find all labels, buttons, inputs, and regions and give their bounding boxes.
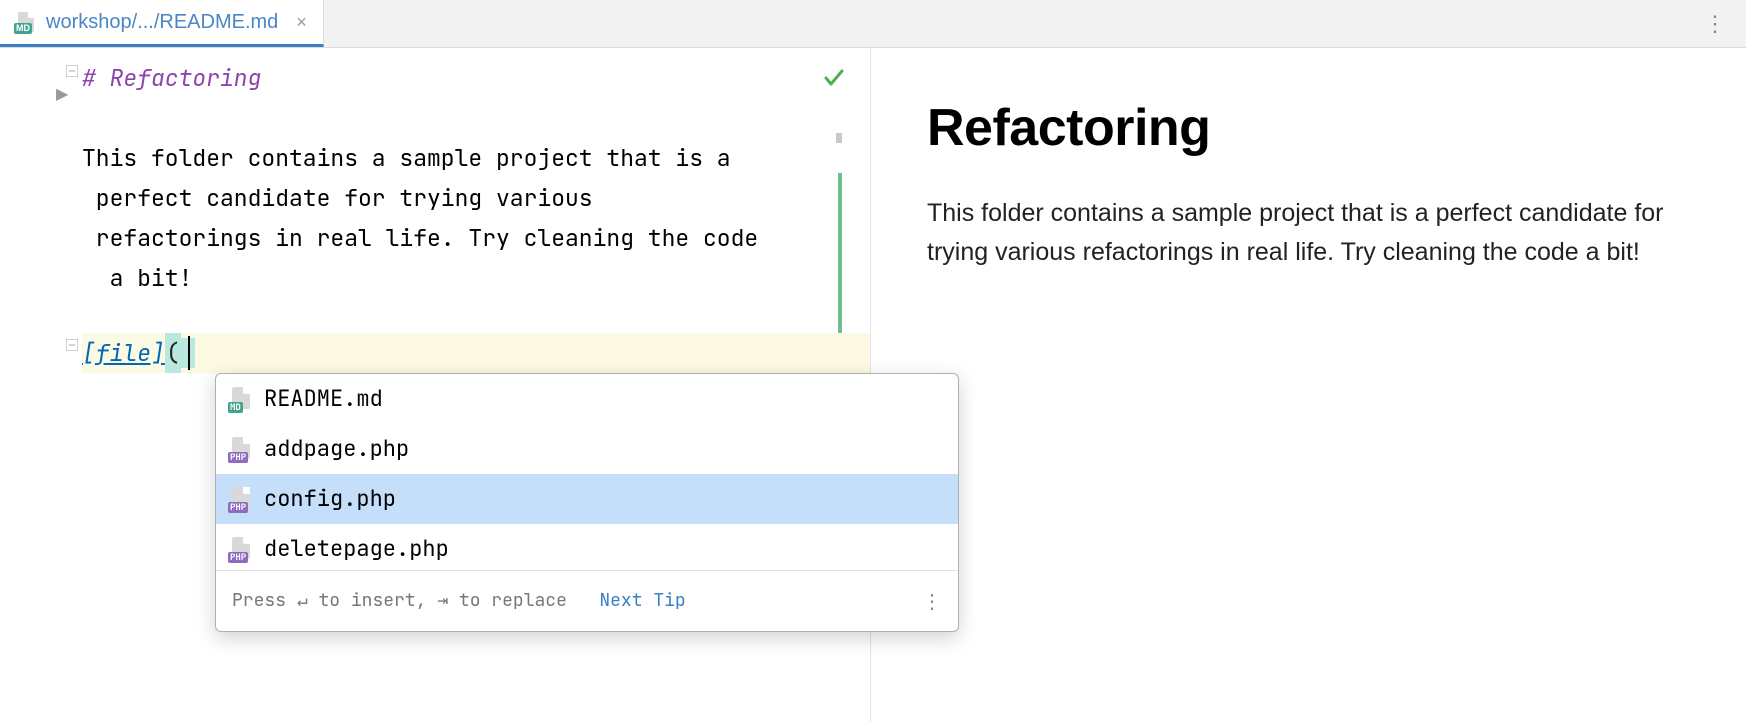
completion-item[interactable]: PHP addpage.php bbox=[216, 424, 958, 474]
completion-popup: MDREADME.mdPHPaddpage.phpPHPconfig.phpPH… bbox=[215, 373, 959, 632]
paragraph-line: a bit! bbox=[82, 258, 870, 298]
file-icon: PHP bbox=[230, 487, 252, 511]
text-caret bbox=[181, 338, 195, 368]
markdown-link-text: [file] bbox=[82, 333, 165, 373]
editor-pane: ▶ # Refactoring This folder contains a s… bbox=[0, 48, 870, 722]
tab-options-icon[interactable]: ⋮ bbox=[1684, 0, 1746, 47]
file-icon: MD bbox=[230, 387, 252, 411]
completion-item-label: README.md bbox=[264, 379, 383, 419]
completion-item[interactable]: MD README.md bbox=[216, 374, 958, 424]
markdown-heading: # Refactoring bbox=[82, 58, 870, 98]
paragraph-line: perfect candidate for trying various bbox=[82, 178, 870, 218]
paren-open: ( bbox=[165, 333, 181, 373]
preview-paragraph: This folder contains a sample project th… bbox=[927, 194, 1690, 272]
paragraph-line: This folder contains a sample project th… bbox=[82, 138, 870, 178]
file-tab[interactable]: MD workshop/.../README.md × bbox=[0, 0, 324, 47]
file-icon: PHP bbox=[230, 437, 252, 461]
current-line-highlight bbox=[82, 333, 870, 373]
file-icon: PHP bbox=[230, 537, 252, 561]
completion-options-icon[interactable]: ⋮ bbox=[922, 581, 942, 621]
completion-item-label: deletepage.php bbox=[264, 529, 449, 569]
completion-list: MDREADME.mdPHPaddpage.phpPHPconfig.phpPH… bbox=[216, 374, 958, 570]
completion-item[interactable]: PHP config.php bbox=[216, 474, 958, 524]
main-split: ▶ # Refactoring This folder contains a s… bbox=[0, 48, 1746, 722]
fold-icon[interactable] bbox=[66, 338, 78, 356]
markdown-preview-pane: Refactoring This folder contains a sampl… bbox=[870, 48, 1746, 722]
completion-item-label: config.php bbox=[264, 479, 396, 519]
markdown-file-icon: MD bbox=[16, 12, 36, 32]
preview-heading: Refactoring bbox=[927, 98, 1690, 158]
inspection-ok-icon[interactable] bbox=[822, 62, 846, 102]
completion-hint-text: Press ↵ to insert, ⇥ to replace Next Tip bbox=[232, 581, 686, 621]
completion-hint-bar: Press ↵ to insert, ⇥ to replace Next Tip… bbox=[216, 570, 958, 631]
fold-icon[interactable] bbox=[66, 64, 78, 82]
tab-bar: MD workshop/.../README.md × ⋮ bbox=[0, 0, 1746, 48]
run-arrow-icon[interactable]: ▶ bbox=[56, 84, 68, 104]
change-marker bbox=[836, 133, 842, 143]
tab-label: workshop/.../README.md bbox=[46, 11, 278, 34]
paragraph-line: refactorings in real life. Try cleaning … bbox=[82, 218, 870, 258]
editor-content[interactable]: # Refactoring This folder contains a sam… bbox=[82, 48, 870, 722]
editor-gutter: ▶ bbox=[0, 48, 82, 722]
next-tip-link[interactable]: Next Tip bbox=[599, 589, 685, 612]
markdown-link-line: [file]() bbox=[82, 333, 194, 373]
close-icon[interactable]: × bbox=[296, 12, 307, 33]
completion-item-label: addpage.php bbox=[264, 429, 409, 469]
blank-line bbox=[82, 98, 870, 138]
completion-item[interactable]: PHP deletepage.php bbox=[216, 524, 958, 570]
